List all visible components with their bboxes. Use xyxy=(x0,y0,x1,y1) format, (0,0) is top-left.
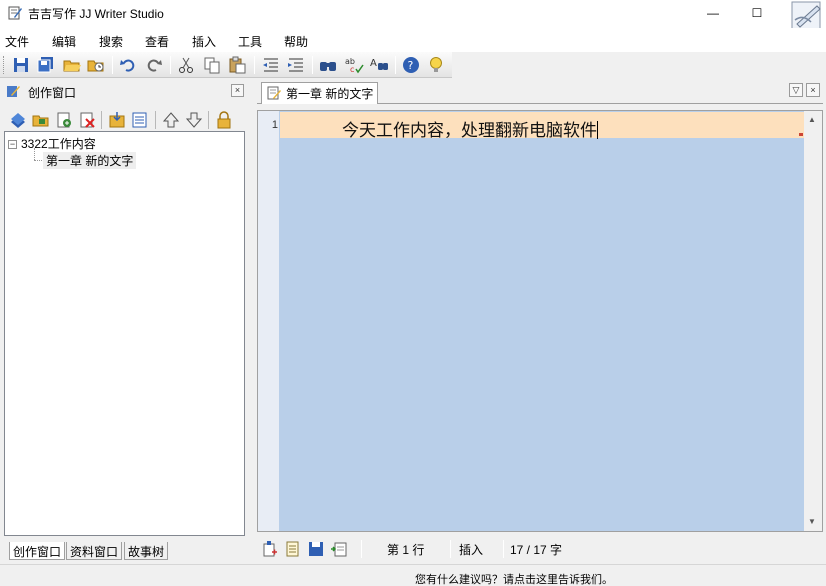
menu-help[interactable]: 帮助 xyxy=(284,33,308,50)
menu-insert[interactable]: 插入 xyxy=(192,33,216,50)
status-separator xyxy=(361,540,362,558)
status-input-mode: 插入 xyxy=(459,543,484,557)
status-separator xyxy=(450,540,451,558)
save-icon[interactable] xyxy=(11,55,31,75)
line-content: 今天工作内容，处理翻新电脑软件 xyxy=(342,121,597,141)
redo-icon[interactable] xyxy=(144,55,164,75)
scroll-down-arrow-icon[interactable]: ▼ xyxy=(808,517,816,526)
vertical-scrollbar[interactable]: ▲ ▼ xyxy=(804,111,822,531)
document-edit-icon xyxy=(267,86,281,100)
tip-icon[interactable] xyxy=(426,55,446,75)
maximize-button[interactable]: ☐ xyxy=(734,0,780,28)
menu-view[interactable]: 查看 xyxy=(145,33,169,50)
panel-close-button[interactable]: × xyxy=(231,84,244,97)
editor-status-bar: 第 1 行 插入 17 / 17 字 xyxy=(257,537,823,559)
panel-title: 创作窗口 xyxy=(28,86,77,100)
line-number: 1 xyxy=(271,119,278,131)
left-panel-tabs: 创作窗口 资料窗口 故事树 xyxy=(0,540,248,560)
recent-folder-icon[interactable] xyxy=(86,55,106,75)
current-line-highlight: 今天工作内容，处理翻新电脑软件 xyxy=(280,112,804,141)
spellcheck-icon[interactable]: abc xyxy=(344,55,364,75)
menu-edit[interactable]: 编辑 xyxy=(52,33,76,50)
undo-icon[interactable] xyxy=(118,55,138,75)
app-logo-icon xyxy=(8,6,22,20)
properties-icon[interactable] xyxy=(130,110,150,130)
menu-bar: 文件 编辑 搜索 查看 插入 工具 帮助 xyxy=(0,28,826,52)
tab-list-button[interactable]: ▽ xyxy=(789,83,803,97)
edge-marker xyxy=(799,133,803,136)
minimize-button[interactable]: — xyxy=(690,0,736,28)
new-chapter-icon[interactable] xyxy=(261,540,279,558)
toolbar-separator xyxy=(254,56,255,74)
tree-line xyxy=(34,148,35,160)
move-down-icon[interactable] xyxy=(184,110,204,130)
scroll-up-arrow-icon[interactable]: ▲ xyxy=(808,115,816,124)
pane-splitter[interactable] xyxy=(248,78,256,564)
status-separator xyxy=(503,540,504,558)
toolbar-separator xyxy=(101,111,102,129)
svg-text:c: c xyxy=(350,65,354,74)
import-icon[interactable] xyxy=(107,110,127,130)
tab-story-tree[interactable]: 故事树 xyxy=(124,542,169,560)
menu-file[interactable]: 文件 xyxy=(5,33,29,50)
replace-icon[interactable]: A xyxy=(369,55,389,75)
menu-tools[interactable]: 工具 xyxy=(238,33,262,50)
document-tab-bar: 第一章 新的文字 ▽ × xyxy=(257,80,823,104)
cut-icon[interactable] xyxy=(176,55,196,75)
document-tab-label: 第一章 新的文字 xyxy=(286,87,374,101)
line-number-gutter: 1 xyxy=(258,111,279,531)
add-chapter-icon[interactable] xyxy=(54,110,74,130)
editor-line-text[interactable]: 今天工作内容，处理翻新电脑软件 xyxy=(342,116,598,141)
main-toolbar: ab c A ? xyxy=(0,52,452,78)
tree-node-chapter[interactable]: 第一章 新的文字 xyxy=(43,152,137,169)
move-up-icon[interactable] xyxy=(161,110,181,130)
title-bar: 吉吉写作 JJ Writer Studio — ☐ xyxy=(0,0,826,31)
toolbar-grip[interactable] xyxy=(3,56,6,74)
outdent-icon[interactable] xyxy=(261,55,281,75)
tree-root-label: 3322工作内容 xyxy=(21,137,96,151)
add-folder-icon[interactable] xyxy=(31,110,51,130)
open-folder-icon[interactable] xyxy=(62,55,82,75)
toolbar-separator xyxy=(170,56,171,74)
notes-icon[interactable] xyxy=(284,540,302,558)
creation-panel-header: 创作窗口 × xyxy=(0,80,248,102)
tab-materials-window[interactable]: 资料窗口 xyxy=(66,542,123,560)
tree-expander[interactable]: − xyxy=(8,140,17,150)
svg-text:A: A xyxy=(370,58,377,69)
find-icon[interactable] xyxy=(318,55,338,75)
toolbar-separator xyxy=(112,56,113,74)
tree-toolbar xyxy=(0,108,248,132)
text-caret xyxy=(597,121,598,139)
help-icon[interactable]: ? xyxy=(401,55,421,75)
save-icon[interactable] xyxy=(307,540,325,558)
lock-icon[interactable] xyxy=(214,110,234,130)
delete-icon[interactable] xyxy=(77,110,97,130)
tab-close-button[interactable]: × xyxy=(806,83,820,97)
window-title: 吉吉写作 JJ Writer Studio xyxy=(28,7,164,21)
document-tab[interactable]: 第一章 新的文字 xyxy=(261,82,379,104)
insert-text-icon[interactable] xyxy=(330,540,348,558)
bottom-status-bar: 您有什么建议吗？请点击这里告诉我们。 xyxy=(0,564,826,586)
status-word-count: 17 / 17 字 xyxy=(510,543,563,557)
text-editor[interactable]: 1 今天工作内容，处理翻新电脑软件 ▲ ▼ xyxy=(257,110,823,532)
add-book-icon[interactable] xyxy=(8,110,28,130)
toolbar-separator xyxy=(208,111,209,129)
copy-icon[interactable] xyxy=(202,55,222,75)
toolbar-separator xyxy=(312,56,313,74)
project-tree[interactable]: −3322工作内容 第一章 新的文字 xyxy=(4,131,245,536)
creation-panel-icon xyxy=(7,86,20,97)
paste-icon[interactable] xyxy=(227,55,247,75)
tree-node-root[interactable]: −3322工作内容 xyxy=(8,135,96,152)
save-all-icon[interactable] xyxy=(36,55,56,75)
status-line: 第 1 行 xyxy=(387,543,425,557)
toolbar-separator xyxy=(155,111,156,129)
menu-search[interactable]: 搜索 xyxy=(99,33,123,50)
feedback-link[interactable]: 您有什么建议吗？请点击这里告诉我们。 xyxy=(415,571,613,586)
toolbar-separator xyxy=(395,56,396,74)
svg-text:?: ? xyxy=(408,59,414,72)
tab-creation-window[interactable]: 创作窗口 xyxy=(9,542,66,560)
indent-icon[interactable] xyxy=(286,55,306,75)
